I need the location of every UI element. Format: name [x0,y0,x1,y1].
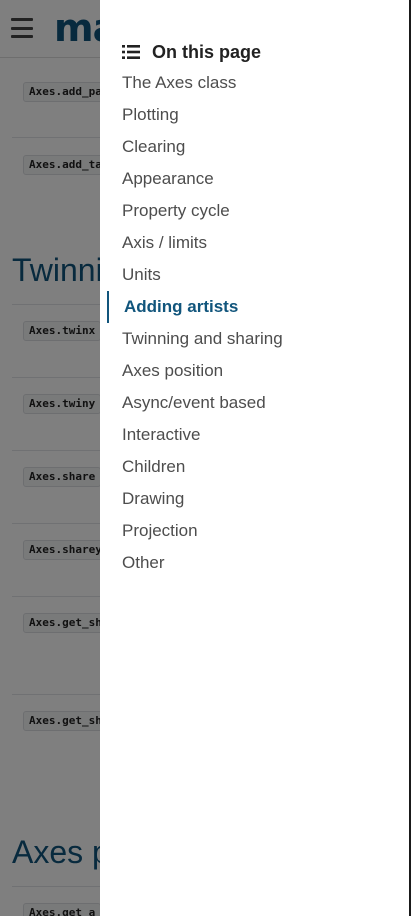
toc-item-axes-position[interactable]: Axes position [100,355,411,387]
toc-item-projection[interactable]: Projection [100,515,411,547]
toc-item-units[interactable]: Units [100,259,411,291]
toc-header: On this page [122,40,261,64]
toc-item-children[interactable]: Children [100,451,411,483]
toc-item-appearance[interactable]: Appearance [100,163,411,195]
toc-item-interactive[interactable]: Interactive [100,419,411,451]
toc-item-other[interactable]: Other [100,547,411,579]
toc-item-property-cycle[interactable]: Property cycle [100,195,411,227]
toc-item-axis-limits[interactable]: Axis / limits [100,227,411,259]
list-icon [122,45,140,59]
toc-item-clearing[interactable]: Clearing [100,131,411,163]
toc-item-async-event[interactable]: Async/event based [100,387,411,419]
toc-item-axes-class[interactable]: The Axes class [100,67,411,99]
toc-item-twinning-sharing[interactable]: Twinning and sharing [100,323,411,355]
toc-drawer: On this page The Axes class Plotting Cle… [100,0,411,916]
toc-item-drawing[interactable]: Drawing [100,483,411,515]
toc-list: The Axes class Plotting Clearing Appeara… [100,67,411,579]
toc-title: On this page [152,41,262,62]
toc-item-adding-artists[interactable]: Adding artists [100,291,411,323]
toc-item-plotting[interactable]: Plotting [100,99,411,131]
